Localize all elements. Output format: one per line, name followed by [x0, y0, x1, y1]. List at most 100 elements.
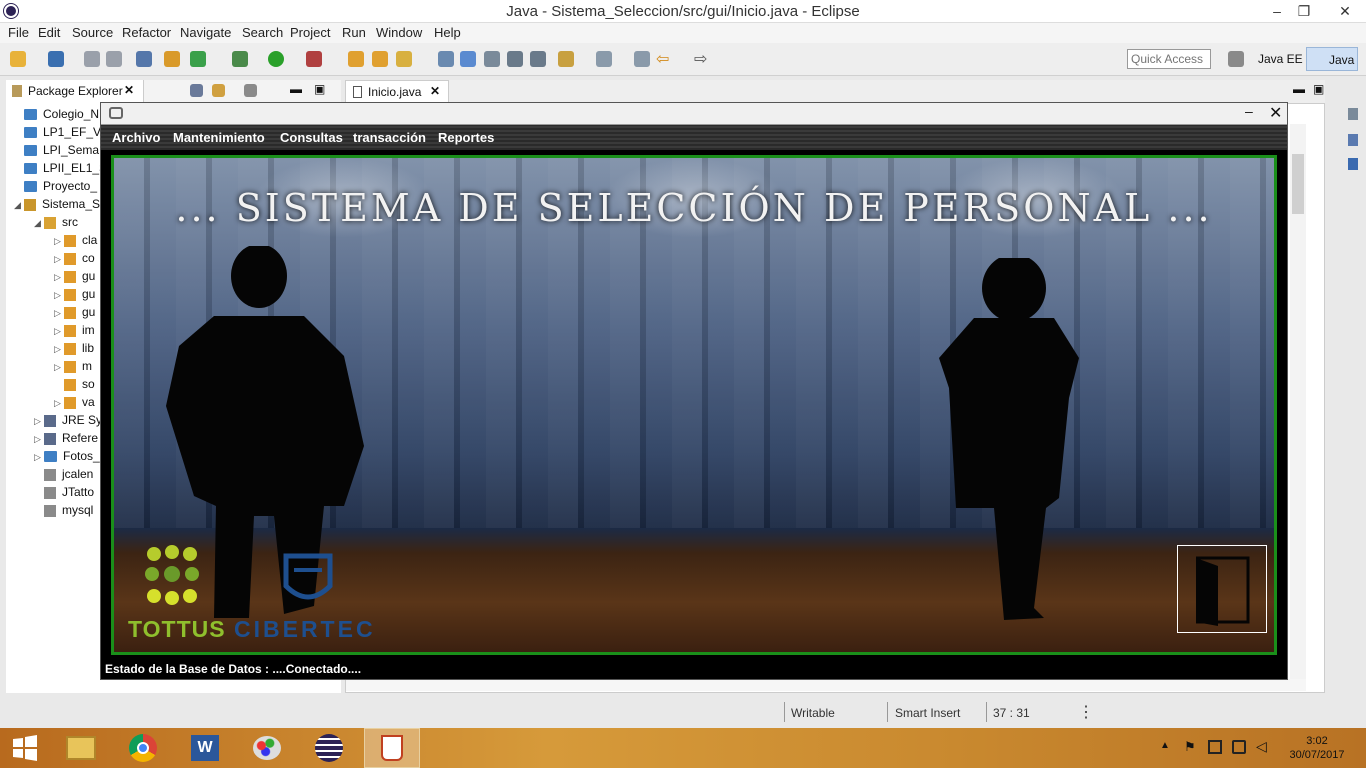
- toggle-mark-icon[interactable]: [438, 51, 454, 67]
- tree-item[interactable]: ▷ lib: [54, 341, 100, 355]
- tree-item[interactable]: jcalen: [34, 467, 100, 481]
- tree-item[interactable]: ▷ gu: [54, 287, 100, 301]
- tab-inicio-java[interactable]: Inicio.java ✕: [345, 80, 449, 103]
- tree-item[interactable]: so: [54, 377, 100, 391]
- eclipse-button[interactable]: [303, 728, 355, 768]
- tree-item[interactable]: LP1_EF_Va: [14, 125, 100, 139]
- close-tab-icon[interactable]: ✕: [124, 83, 134, 97]
- tree-item[interactable]: ▷ Refere: [34, 431, 100, 445]
- annotation-icon[interactable]: [558, 51, 574, 67]
- menu-consultas[interactable]: Consultas: [280, 130, 343, 145]
- exit-button[interactable]: [1177, 545, 1267, 633]
- maximize-editor-icon[interactable]: ▣: [1313, 82, 1324, 96]
- close-editor-icon[interactable]: ✕: [430, 84, 440, 98]
- close-button[interactable]: ✕: [1324, 0, 1366, 22]
- maximize-view-icon[interactable]: ▣: [314, 82, 325, 96]
- expanded-arrow-icon[interactable]: ◢: [14, 200, 24, 211]
- open-type-icon[interactable]: [348, 51, 364, 67]
- new-icon[interactable]: [10, 51, 26, 67]
- collapsed-arrow-icon[interactable]: ▷: [54, 326, 64, 337]
- editor-vertical-scrollbar[interactable]: [1290, 124, 1306, 684]
- menu-project[interactable]: Project: [290, 25, 330, 40]
- tree-item[interactable]: ▷ m: [54, 359, 100, 373]
- forward-icon[interactable]: ⇨: [694, 49, 707, 69]
- tree-item[interactable]: ▷ JRE Sy: [34, 413, 100, 427]
- tree-item[interactable]: LPI_Sema: [14, 143, 100, 157]
- collapsed-arrow-icon[interactable]: ▷: [54, 398, 64, 409]
- perspective-javaee[interactable]: Java EE: [1258, 52, 1303, 66]
- collapsed-arrow-icon[interactable]: ▷: [54, 254, 64, 265]
- chrome-button[interactable]: [117, 728, 169, 768]
- last-edit-icon[interactable]: [634, 51, 650, 67]
- network-icon[interactable]: [1232, 740, 1246, 754]
- run-icon[interactable]: [268, 51, 284, 67]
- action-center-icon[interactable]: ⚑: [1184, 739, 1196, 755]
- tray-overflow-icon[interactable]: ▲: [1160, 740, 1170, 751]
- new-package-icon[interactable]: [164, 51, 180, 67]
- app-minimize-button[interactable]: –: [1245, 103, 1253, 119]
- menu-help[interactable]: Help: [434, 25, 461, 40]
- editor-horizontal-scrollbar[interactable]: [346, 679, 1306, 691]
- collapsed-arrow-icon[interactable]: ▷: [34, 452, 44, 463]
- back-icon[interactable]: ⇦: [656, 49, 669, 69]
- scrollbar-thumb[interactable]: [1292, 154, 1304, 214]
- view-menu-icon[interactable]: [244, 84, 257, 97]
- tree-item[interactable]: ▷ co: [54, 251, 100, 265]
- menu-archivo[interactable]: Archivo: [112, 130, 160, 145]
- clock[interactable]: 3:02 30/07/2017: [1282, 734, 1352, 762]
- new-project-icon[interactable]: [48, 51, 64, 67]
- highlight-icon[interactable]: [460, 51, 476, 67]
- start-button[interactable]: [0, 728, 50, 768]
- volume-icon[interactable]: ◁: [1256, 738, 1267, 755]
- show-whitespace-icon[interactable]: [507, 51, 523, 67]
- paragraph-icon[interactable]: [530, 51, 546, 67]
- menu-mantenimiento[interactable]: Mantenimiento: [173, 130, 265, 145]
- save-icon[interactable]: [84, 51, 100, 67]
- menu-source[interactable]: Source: [72, 25, 113, 40]
- perspective-java-active[interactable]: Java: [1306, 47, 1358, 71]
- collapsed-arrow-icon[interactable]: ▷: [34, 416, 44, 427]
- next-annotation-icon[interactable]: [596, 51, 612, 67]
- skip-breakpoints-icon[interactable]: [136, 51, 152, 67]
- tree-item[interactable]: ▷ cla: [54, 233, 100, 247]
- collapsed-arrow-icon[interactable]: ▷: [34, 434, 44, 445]
- task-list-icon[interactable]: [1348, 134, 1358, 146]
- open-task-icon[interactable]: [372, 51, 388, 67]
- tree-item[interactable]: LPII_EL1_S: [14, 161, 100, 175]
- tree-item[interactable]: ▷ Fotos_: [34, 449, 100, 463]
- app-close-button[interactable]: ✕: [1269, 103, 1282, 123]
- tree-item[interactable]: ▷ im: [54, 323, 100, 337]
- hierarchy-icon[interactable]: [1348, 158, 1358, 170]
- open-perspective-icon[interactable]: [1228, 51, 1244, 67]
- search-icon[interactable]: [396, 51, 412, 67]
- menu-refactor[interactable]: Refactor: [122, 25, 171, 40]
- quick-access-input[interactable]: [1127, 49, 1211, 69]
- collapsed-arrow-icon[interactable]: ▷: [54, 344, 64, 355]
- menu-file[interactable]: File: [8, 25, 29, 40]
- menu-navigate[interactable]: Navigate: [180, 25, 231, 40]
- tree-item[interactable]: ◢ Sistema_S: [14, 197, 100, 211]
- tree-item[interactable]: ◢ src: [34, 215, 100, 229]
- word-button[interactable]: W: [179, 728, 231, 768]
- minimize-editor-icon[interactable]: ▬: [1293, 82, 1305, 96]
- tree-item[interactable]: JTatto: [34, 485, 100, 499]
- collapsed-arrow-icon[interactable]: ▷: [54, 272, 64, 283]
- java-app-button[interactable]: [364, 728, 420, 768]
- status-menu-icon[interactable]: ⋮: [1078, 702, 1094, 722]
- debug-icon[interactable]: [232, 51, 248, 67]
- collapsed-arrow-icon[interactable]: ▷: [54, 362, 64, 373]
- paint-button[interactable]: [241, 728, 293, 768]
- menu-transaccion[interactable]: transacción: [353, 130, 426, 145]
- file-explorer-button[interactable]: [55, 728, 107, 768]
- collapsed-arrow-icon[interactable]: ▷: [54, 290, 64, 301]
- new-class-icon[interactable]: [190, 51, 206, 67]
- block-select-icon[interactable]: [484, 51, 500, 67]
- tree-item[interactable]: Proyecto_: [14, 179, 100, 193]
- collapse-all-icon[interactable]: [190, 84, 203, 97]
- tab-package-explorer[interactable]: Package Explorer ✕: [6, 80, 144, 103]
- external-tools-icon[interactable]: [306, 51, 322, 67]
- minimize-view-icon[interactable]: ▬: [290, 82, 302, 96]
- minimize-button[interactable]: –: [1263, 0, 1291, 22]
- save-all-icon[interactable]: [106, 51, 122, 67]
- expanded-arrow-icon[interactable]: ◢: [34, 218, 44, 229]
